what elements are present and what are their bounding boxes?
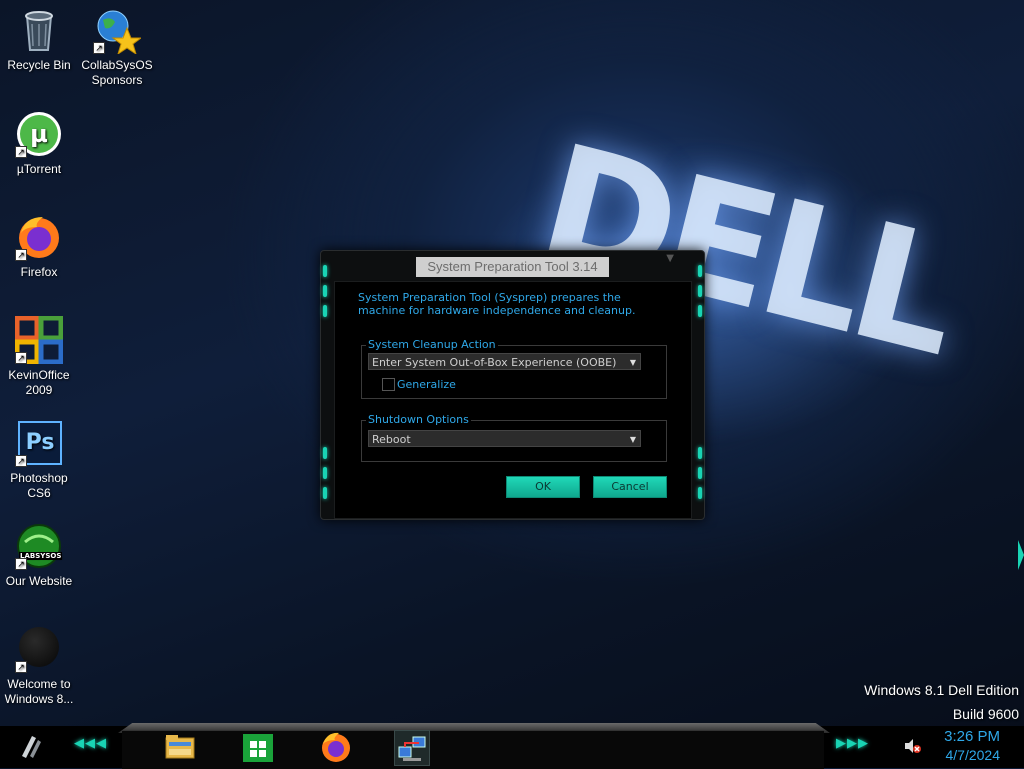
chevron-down-icon: ▼ <box>629 358 636 367</box>
led-icon <box>698 447 702 459</box>
store-icon <box>243 734 273 762</box>
shutdown-value: Reboot <box>372 433 411 446</box>
edition-watermark: Windows 8.1 Dell Edition <box>864 682 1019 698</box>
taskbar-network-app[interactable] <box>394 730 430 766</box>
led-icon <box>698 285 702 297</box>
generalize-checkbox[interactable] <box>382 378 395 391</box>
sysprep-dialog: System Preparation Tool 3.14 ▼ System Pr… <box>320 250 705 520</box>
led-icon <box>323 467 327 479</box>
generalize-label: Generalize <box>397 378 456 391</box>
taskbar-firefox[interactable] <box>319 730 353 764</box>
desktop-icon-label: Photoshop CS6 <box>10 471 68 500</box>
shortcut-arrow-icon: ↗ <box>15 146 27 158</box>
led-icon <box>698 487 702 499</box>
shortcut-arrow-icon: ↗ <box>15 558 27 570</box>
labsysos-globe-icon: LABSYSOS ↗ <box>15 522 63 570</box>
clock-time: 3:26 PM <box>944 728 1000 745</box>
taskbar: ◀◀◀ ▶▶▶ 3:26 PM 4/7/2024 <box>0 723 1024 769</box>
office-icon: ↗ <box>14 315 64 365</box>
cleanup-action-value: Enter System Out-of-Box Experience (OOBE… <box>372 356 617 369</box>
desktop-icon-welcome[interactable]: ↗ Welcome to Windows 8... <box>0 625 78 707</box>
firefox-icon <box>322 732 350 762</box>
taskbar-center <box>122 730 824 769</box>
file-explorer-icon <box>165 735 195 759</box>
led-icon <box>323 265 327 277</box>
cancel-button[interactable]: Cancel <box>593 476 667 498</box>
desktop-icon-label: KevinOffice 2009 <box>8 368 70 397</box>
shortcut-arrow-icon: ↗ <box>15 249 27 261</box>
desktop-icon-label: Our Website <box>5 574 73 588</box>
start-button[interactable] <box>18 734 44 758</box>
desktop-icon-label: µTorrent <box>16 162 62 176</box>
desktop-icon-kevinoffice[interactable]: ↗ KevinOffice 2009 <box>0 315 78 398</box>
photoshop-icon: Ps ↗ <box>15 419 63 467</box>
desktop-icon-label: Recycle Bin <box>7 58 71 72</box>
shortcut-arrow-icon: ↗ <box>15 661 27 673</box>
desktop-icon-label: CollabSysOS Sponsors <box>81 58 153 87</box>
svg-text:µ: µ <box>30 120 48 148</box>
led-icon <box>698 467 702 479</box>
desktop-icon-label: Firefox <box>20 265 58 279</box>
dark-orb-icon: ↗ <box>15 625 63 673</box>
volume-muted-icon[interactable] <box>903 738 921 754</box>
cleanup-group: System Cleanup Action Enter System Out-o… <box>361 338 667 399</box>
chevron-down-icon: ▼ <box>629 435 636 444</box>
led-icon <box>698 305 702 317</box>
taskbar-file-explorer[interactable] <box>163 730 197 764</box>
cleanup-action-dropdown[interactable]: Enter System Out-of-Box Experience (OOBE… <box>368 353 641 370</box>
shortcut-arrow-icon: ↗ <box>93 42 105 54</box>
led-icon <box>323 285 327 297</box>
desktop-icon-photoshop[interactable]: Ps ↗ Photoshop CS6 <box>0 419 78 501</box>
dialog-menu-arrow-icon[interactable]: ▼ <box>666 253 674 264</box>
taskbar-chevrons-left: ◀◀◀ <box>74 736 107 751</box>
taskbar-chevrons-right: ▶▶▶ <box>836 736 869 751</box>
desktop-icon-our-website[interactable]: LABSYSOS ↗ Our Website <box>0 522 78 589</box>
shortcut-arrow-icon: ↗ <box>15 455 27 467</box>
taskbar-clock[interactable]: 3:26 PM 4/7/2024 <box>944 728 1000 764</box>
start-logo-icon <box>22 736 41 758</box>
dialog-title[interactable]: System Preparation Tool 3.14 <box>416 257 609 277</box>
led-icon <box>698 265 702 277</box>
led-icon <box>323 487 327 499</box>
desktop-icon-collabsysos-sponsors[interactable]: ↗ CollabSysOS Sponsors <box>78 6 156 88</box>
desktop-icon-firefox[interactable]: ↗ Firefox <box>0 213 78 280</box>
globe-star-icon: ↗ <box>93 6 143 56</box>
led-icon <box>323 305 327 317</box>
network-icon <box>398 736 426 761</box>
shortcut-arrow-icon: ↗ <box>15 352 27 364</box>
shutdown-group-label: Shutdown Options <box>366 413 471 426</box>
utorrent-icon: µ ↗ <box>15 110 63 158</box>
edge-arrow-icon[interactable] <box>1018 540 1024 570</box>
shutdown-options-dropdown[interactable]: Reboot ▼ <box>368 430 641 447</box>
build-watermark: Build 9600 <box>952 706 1019 722</box>
cleanup-group-label: System Cleanup Action <box>366 338 498 351</box>
shutdown-group: Shutdown Options Reboot ▼ <box>361 413 667 462</box>
taskbar-store[interactable] <box>241 730 275 764</box>
led-icon <box>323 447 327 459</box>
recycle-bin-icon <box>15 6 63 54</box>
desktop-icon-recycle-bin[interactable]: Recycle Bin <box>0 6 78 73</box>
clock-date: 4/7/2024 <box>945 747 1001 763</box>
desktop-icon-label: Welcome to Windows 8... <box>4 677 74 706</box>
firefox-icon: ↗ <box>15 213 63 261</box>
desktop-icon-utorrent[interactable]: µ ↗ µTorrent <box>0 110 78 177</box>
ok-button[interactable]: OK <box>506 476 580 498</box>
dialog-description: System Preparation Tool (Sysprep) prepar… <box>358 291 636 317</box>
